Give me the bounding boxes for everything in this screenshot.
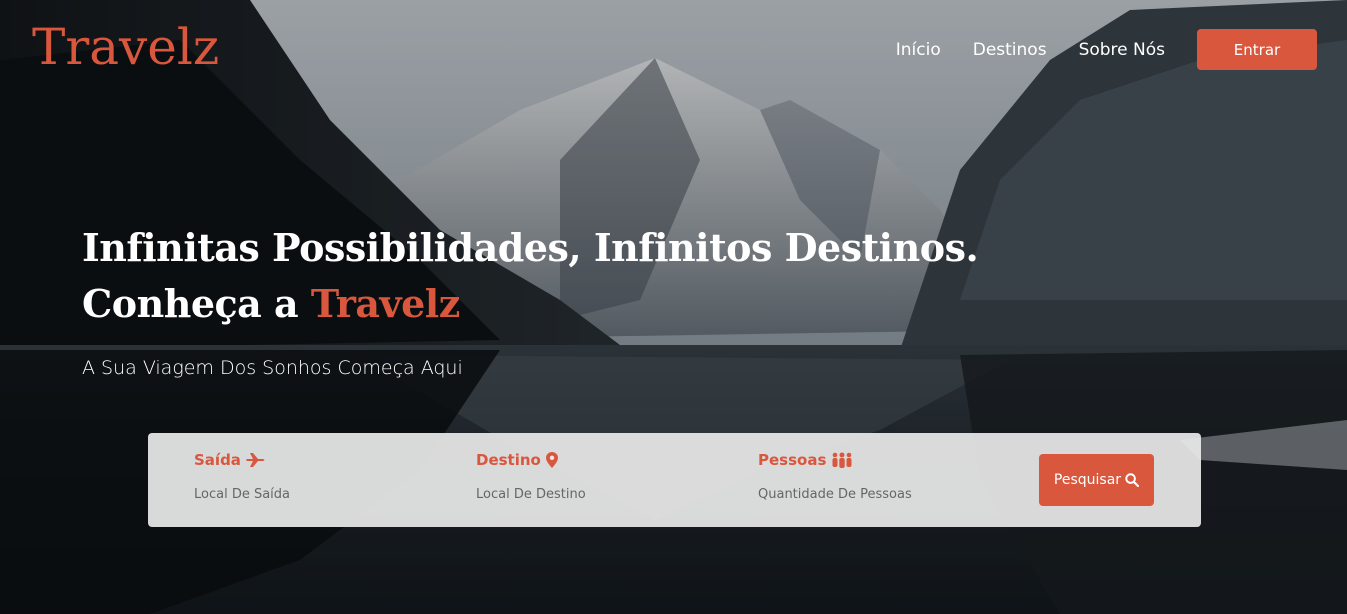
people-icon [832,452,852,468]
departure-field[interactable]: Saída Local De Saída [194,451,290,502]
headline-line-2-prefix: Conheça a [82,281,311,326]
nav-item-destinos[interactable]: Destinos [973,40,1047,60]
hero-subtitle: A Sua Viagem Dos Sonhos Começa Aqui [82,357,463,379]
map-pin-icon [545,452,558,468]
nav-item-sobre-nos[interactable]: Sobre Nós [1079,40,1165,60]
people-label: Pessoas [758,451,827,469]
departure-input[interactable]: Local De Saída [194,487,290,502]
main-nav: Início Destinos Sobre Nós Entrar [896,29,1317,70]
people-input[interactable]: Quantidade De Pessoas [758,487,912,502]
search-button-label: Pesquisar [1053,472,1122,488]
nav-item-inicio[interactable]: Início [896,40,941,60]
destination-input[interactable]: Local De Destino [476,487,586,502]
hero-headline: Infinitas Possibilidades, Infinitos Dest… [82,220,979,332]
search-icon [1125,473,1140,487]
search-button[interactable]: Pesquisar [1039,454,1154,506]
headline-brand-accent: Travelz [310,281,460,326]
hero-section: Travelz Início Destinos Sobre Nós Entrar… [0,0,1347,614]
login-button[interactable]: Entrar [1197,29,1317,70]
destination-label: Destino [476,451,541,469]
headline-line-1: Infinitas Possibilidades, Infinitos Dest… [82,225,979,270]
plane-icon [245,453,265,467]
destination-field[interactable]: Destino Local De Destino [476,451,586,502]
departure-label: Saída [194,451,241,469]
brand-logo[interactable]: Travelz [32,18,219,76]
people-field[interactable]: Pessoas Quantidade De Pessoas [758,451,912,502]
search-card: Saída Local De Saída Destino Local De De… [148,433,1201,527]
